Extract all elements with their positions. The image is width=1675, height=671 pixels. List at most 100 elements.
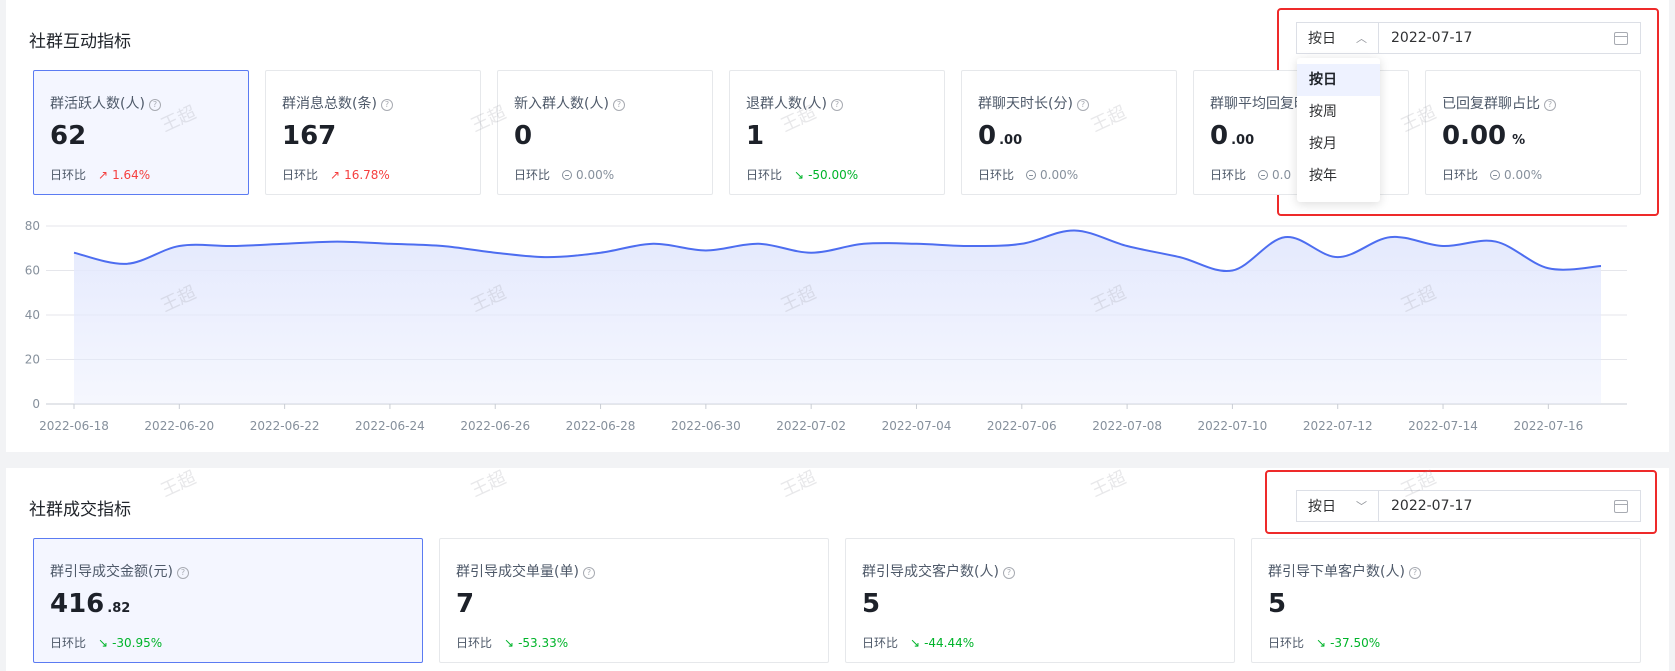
calendar-icon: [1614, 499, 1628, 513]
metric-ratio-text: 0.00%: [1504, 167, 1543, 182]
chart-data-point[interactable]: [1019, 241, 1025, 247]
help-icon[interactable]: ?: [1002, 567, 1015, 579]
metric-ratio-value: ↘ -50.00%: [794, 168, 858, 182]
metric-label-text: 已回复群聊占比: [1442, 96, 1540, 112]
chart-data-point[interactable]: [966, 243, 972, 249]
chart-data-point[interactable]: [650, 241, 656, 247]
metric-ratio-label: 日环比: [1442, 168, 1479, 182]
chart-data-point[interactable]: [1071, 227, 1077, 233]
x-tick-label: 2022-06-26: [460, 419, 530, 433]
transaction-date-picker[interactable]: 2022-07-17: [1379, 491, 1640, 521]
chart-data-point[interactable]: [1493, 239, 1499, 245]
metric-ratio-label: 日环比: [1210, 168, 1247, 182]
chart-data-point[interactable]: [1282, 234, 1288, 240]
interaction-period-select[interactable]: 按日 ︿: [1297, 23, 1379, 53]
chart-data-point[interactable]: [282, 241, 288, 247]
help-icon[interactable]: ?: [582, 567, 595, 579]
metric-ratio: 日环比 ↘ -37.50%: [1268, 634, 1380, 651]
metric-card[interactable]: 群消息总数(条)? 167 日环比 ↗ 16.78%: [265, 70, 481, 195]
chart-data-point[interactable]: [756, 241, 762, 247]
metric-card[interactable]: 群引导成交客户数(人)? 5 日环比 ↘ -44.44%: [845, 538, 1235, 663]
help-icon[interactable]: ?: [612, 99, 625, 111]
chart-data-point[interactable]: [1440, 243, 1446, 249]
period-option-year[interactable]: 按年: [1297, 160, 1380, 192]
metric-ratio: 日环比 ↗ 1.64%: [50, 166, 150, 183]
metric-value: 0: [514, 121, 535, 151]
x-tick-label: 2022-07-06: [987, 419, 1057, 433]
metric-value: 5: [1268, 589, 1289, 619]
x-tick-label: 2022-06-28: [566, 419, 636, 433]
chart-data-point[interactable]: [1598, 263, 1604, 269]
help-icon[interactable]: ?: [380, 99, 393, 111]
metric-card[interactable]: 群引导成交单量(单)? 7 日环比 ↘ -53.33%: [439, 538, 829, 663]
metric-ratio-label: 日环比: [514, 168, 551, 182]
chart-data-point[interactable]: [1124, 243, 1130, 249]
help-icon[interactable]: ?: [148, 99, 161, 111]
period-option-day[interactable]: 按日: [1297, 64, 1380, 96]
metric-card[interactable]: 已回复群聊占比? 0.00% 日环比 0.00%: [1425, 70, 1641, 195]
metric-card[interactable]: 退群人数(人)? 1 日环比 ↘ -50.00%: [729, 70, 945, 195]
chart-data-point[interactable]: [598, 250, 604, 256]
chart-data-point[interactable]: [1545, 265, 1551, 271]
metric-value: 7: [456, 589, 477, 619]
metric-ratio: 日环比 ↗ 16.78%: [282, 166, 390, 183]
chart-data-point[interactable]: [1229, 268, 1235, 274]
period-option-week[interactable]: 按周: [1297, 96, 1380, 128]
chart-data-point[interactable]: [913, 241, 919, 247]
help-icon[interactable]: ?: [830, 99, 843, 111]
metric-ratio-text: -37.50%: [1330, 635, 1381, 650]
metric-label: 群消息总数(条)?: [282, 93, 393, 113]
x-tick-label: 2022-07-10: [1198, 419, 1268, 433]
chart-data-point[interactable]: [176, 243, 182, 249]
metric-card[interactable]: 新入群人数(人)? 0 日环比 0.00%: [497, 70, 713, 195]
chart-data-point[interactable]: [1335, 254, 1341, 260]
metric-value-unit: %: [1512, 133, 1526, 148]
flat-trend-icon: [562, 169, 573, 180]
metric-card[interactable]: 群聊天时长(分)? 0.00 日环比 0.00%: [961, 70, 1177, 195]
chevron-down-icon: ﹀: [1356, 500, 1367, 513]
chart-data-point[interactable]: [440, 243, 446, 249]
metric-label-text: 群引导成交客户数(人): [862, 564, 999, 580]
chart-data-point[interactable]: [492, 250, 498, 256]
help-icon[interactable]: ?: [1408, 567, 1421, 579]
metric-ratio-text: 1.64%: [112, 167, 151, 182]
y-tick-label: 80: [25, 219, 40, 233]
help-icon[interactable]: ?: [1076, 99, 1089, 111]
interaction-date-picker[interactable]: 2022-07-17: [1379, 23, 1640, 53]
transaction-date-value: 2022-07-17: [1391, 498, 1473, 514]
chart-data-point[interactable]: [808, 250, 814, 256]
metric-card[interactable]: 群活跃人数(人)? 62 日环比 ↗ 1.64%: [33, 70, 249, 195]
period-option-month[interactable]: 按月: [1297, 128, 1380, 160]
chart-data-point[interactable]: [229, 243, 235, 249]
metric-value-int: 0: [978, 121, 997, 151]
arrow-down-right-icon: ↘: [98, 635, 109, 650]
chart-data-point[interactable]: [334, 239, 340, 245]
metric-card[interactable]: 群引导下单客户数(人)? 5 日环比 ↘ -37.50%: [1251, 538, 1641, 663]
chart-data-point[interactable]: [545, 254, 551, 260]
chart-data-point[interactable]: [1177, 254, 1183, 260]
metric-card[interactable]: 群引导成交金额(元)? 416.82 日环比 ↘ -30.95%: [33, 538, 423, 663]
metric-label-text: 群活跃人数(人): [50, 96, 145, 112]
metric-value-int: 0.00: [1442, 121, 1507, 151]
metric-label-text: 群引导成交金额(元): [50, 564, 173, 580]
metric-ratio: 日环比 0.00%: [978, 166, 1078, 183]
transaction-section-title: 社群成交指标: [29, 500, 131, 520]
chart-data-point[interactable]: [387, 241, 393, 247]
help-icon[interactable]: ?: [176, 567, 189, 579]
x-tick-label: 2022-06-22: [250, 419, 320, 433]
period-dropdown: 按日 按周 按月 按年: [1297, 58, 1380, 202]
metric-label-text: 新入群人数(人): [514, 96, 609, 112]
chart-data-point[interactable]: [861, 241, 867, 247]
chart-data-point[interactable]: [124, 261, 130, 267]
metric-value-int: 62: [50, 121, 87, 151]
chart-data-point[interactable]: [703, 247, 709, 253]
metric-value: 0.00: [1210, 121, 1254, 151]
metric-label: 群引导成交客户数(人)?: [862, 561, 1015, 581]
chart-data-point[interactable]: [71, 250, 77, 256]
help-icon[interactable]: ?: [1544, 99, 1556, 111]
chart-data-point[interactable]: [1387, 234, 1393, 240]
x-tick-label: 2022-06-30: [671, 419, 741, 433]
metric-ratio-value: ↘ -44.44%: [910, 636, 974, 650]
x-tick-label: 2022-07-04: [882, 419, 952, 433]
transaction-period-select[interactable]: 按日 ﹀: [1297, 491, 1379, 521]
